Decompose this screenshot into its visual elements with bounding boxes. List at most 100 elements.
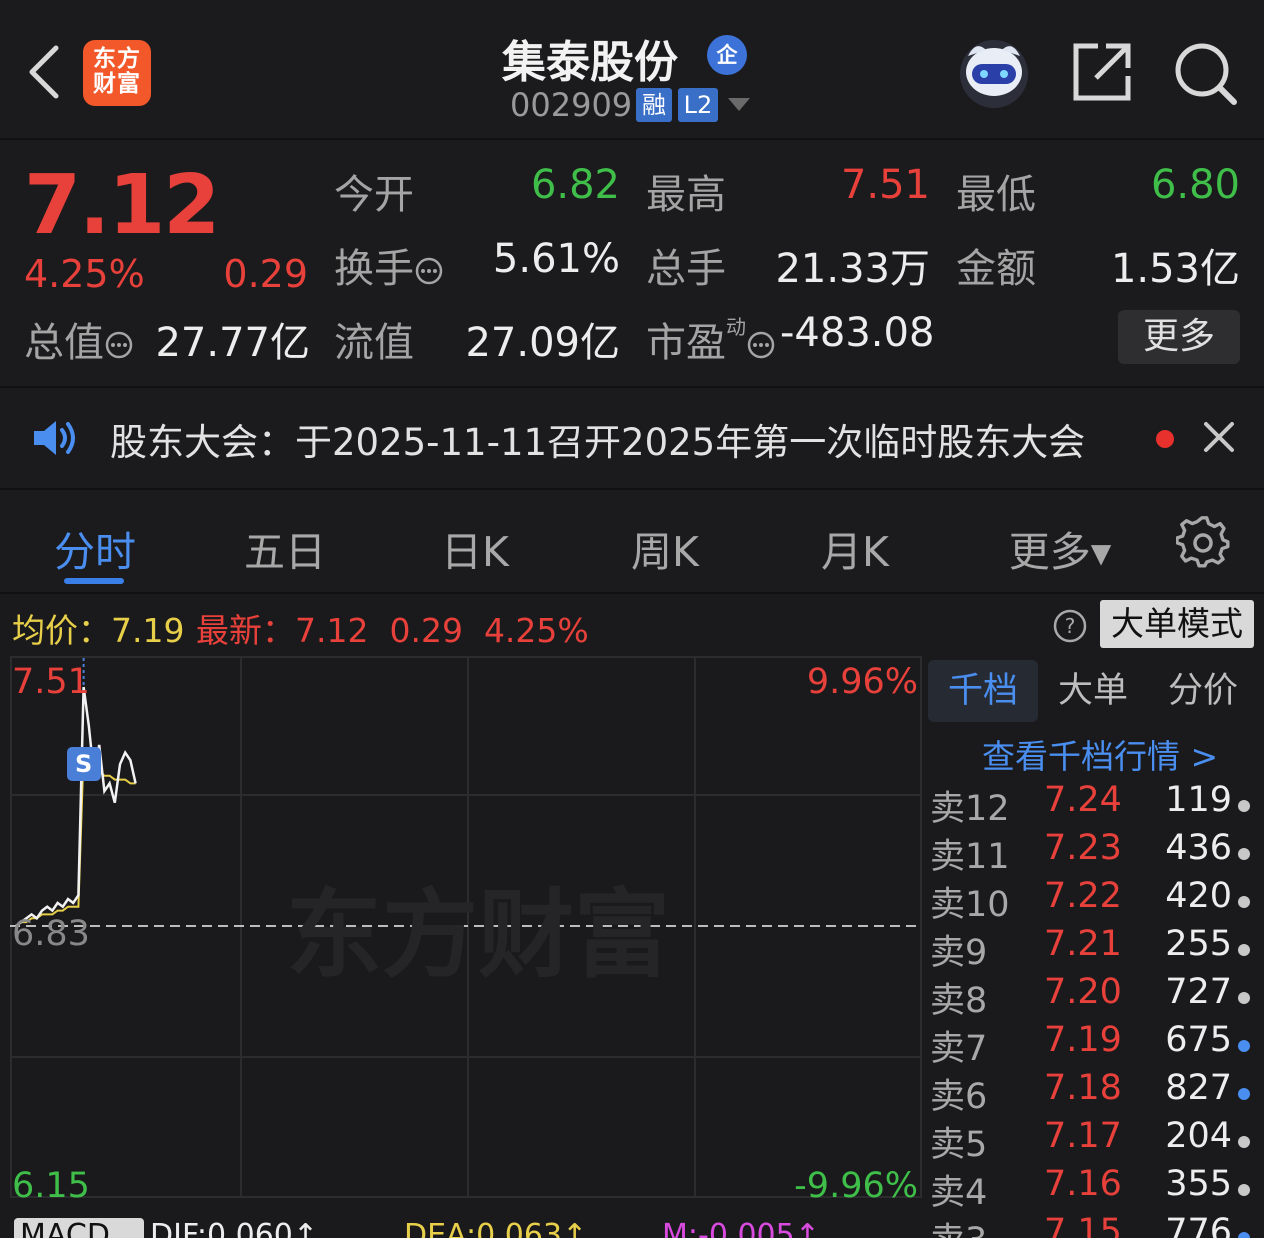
ask-price: 7.18 bbox=[1044, 1068, 1122, 1108]
volume-value: 21.33万 bbox=[775, 246, 930, 292]
turnover-label[interactable]: 换手 bbox=[334, 236, 444, 294]
volume-label: 总手 bbox=[646, 246, 726, 292]
ask-volume: 675 bbox=[1165, 1020, 1232, 1060]
order-book-row[interactable]: 卖4 7.16 355 bbox=[926, 1164, 1264, 1213]
intraday-chart[interactable]: 东方财富 7.51 6.83 6.15 9.96% -9.96% S bbox=[10, 656, 922, 1238]
chart-period-tabs: 分时 五日 日K 周K 月K 更多▾ bbox=[0, 490, 1264, 592]
pe-label-text: 市盈 bbox=[646, 320, 726, 366]
latest-price-label: 最新： bbox=[196, 611, 295, 650]
app-logo[interactable]: 东方 财富 bbox=[83, 40, 151, 106]
change-percent: 4.25% bbox=[24, 252, 145, 296]
amount-value: 1.53亿 bbox=[1110, 246, 1240, 292]
signal-s-marker[interactable]: S bbox=[66, 747, 101, 782]
share-external-icon[interactable] bbox=[1070, 40, 1134, 104]
y-axis-bottom-price: 6.15 bbox=[12, 1166, 90, 1206]
chevron-down-icon[interactable] bbox=[728, 98, 750, 112]
indicator-select[interactable]: MACD bbox=[14, 1218, 144, 1238]
logo-line-1: 东方 bbox=[93, 46, 141, 72]
big-order-mode-button[interactable]: 大单模式 bbox=[1100, 600, 1254, 648]
order-dot bbox=[1238, 1184, 1250, 1196]
macd-m: M:-0.005↑ bbox=[662, 1218, 820, 1238]
announcement-text[interactable]: 股东大会：于2025-11-11召开2025年第一次临时股东大会 bbox=[110, 412, 1085, 466]
order-book-row[interactable]: 卖6 7.18 827 bbox=[926, 1068, 1264, 1117]
ask-level: 卖8 bbox=[930, 981, 988, 1021]
ask-level: 卖11 bbox=[930, 837, 1010, 877]
tab-five-day[interactable]: 五日 bbox=[230, 518, 340, 578]
order-dot bbox=[1238, 800, 1250, 812]
stock-code: 002909 bbox=[510, 86, 633, 124]
ask-volume: 355 bbox=[1165, 1164, 1232, 1204]
order-book-row[interactable]: 卖9 7.21 255 bbox=[926, 924, 1264, 973]
ask-level: 卖10 bbox=[930, 885, 1010, 925]
quote-panel: 7.12 4.25% 0.29 今开 6.82 最高 7.51 最低 6.80 … bbox=[0, 140, 1264, 386]
macd-indicator-row: MACD DIF:0.060↑ DEA:0.063↑ M:-0.005↑ bbox=[0, 1214, 922, 1238]
tab-big-orders[interactable]: 大单 bbox=[1038, 660, 1148, 722]
order-book-row[interactable]: 卖5 7.17 204 bbox=[926, 1116, 1264, 1165]
order-dot bbox=[1238, 1232, 1250, 1238]
ask-price: 7.19 bbox=[1044, 1020, 1122, 1060]
close-icon[interactable] bbox=[1202, 420, 1236, 454]
latest-change: 0.29 bbox=[389, 611, 463, 650]
pe-dynamic-sup: 动 bbox=[726, 314, 746, 339]
ask-price: 7.22 bbox=[1044, 876, 1122, 916]
turnover-value: 5.61% bbox=[492, 236, 620, 282]
market-cap-label[interactable]: 总值 bbox=[24, 310, 134, 368]
avg-price-label: 均价： bbox=[12, 611, 111, 650]
turnover-label-text: 换手 bbox=[334, 246, 414, 292]
ask-level: 卖7 bbox=[930, 1029, 988, 1069]
amount-label: 金额 bbox=[956, 246, 1036, 292]
order-book-row[interactable]: 卖8 7.20 727 bbox=[926, 972, 1264, 1021]
order-book-row[interactable]: 卖7 7.19 675 bbox=[926, 1020, 1264, 1069]
order-book-row[interactable]: 卖10 7.22 420 bbox=[926, 876, 1264, 925]
ask-price: 7.20 bbox=[1044, 972, 1122, 1012]
ask-price: 7.16 bbox=[1044, 1164, 1122, 1204]
tab-price-distribution[interactable]: 分价 bbox=[1148, 660, 1258, 722]
margin-trading-badge: 融 bbox=[636, 88, 672, 122]
tab-monthly-k[interactable]: 月K bbox=[800, 518, 910, 578]
info-circle-icon[interactable] bbox=[414, 256, 444, 286]
stock-name: 集泰股份 bbox=[502, 37, 678, 88]
ask-level: 卖5 bbox=[930, 1125, 988, 1165]
order-dot bbox=[1238, 1040, 1250, 1052]
help-icon[interactable]: ? bbox=[1052, 608, 1088, 644]
ask-volume: 119 bbox=[1165, 780, 1232, 820]
speaker-icon bbox=[34, 421, 75, 455]
announcement-bar[interactable]: 股东大会：于2025-11-11召开2025年第一次临时股东大会 bbox=[0, 388, 1264, 488]
watermark: 东方财富 bbox=[286, 879, 670, 991]
order-dot bbox=[1238, 896, 1250, 908]
ask-level: 卖6 bbox=[930, 1077, 988, 1117]
pe-label[interactable]: 市盈动 bbox=[646, 310, 776, 368]
ask-volume: 776 bbox=[1165, 1212, 1232, 1238]
chart-info-row: 均价：7.19 最新：7.12 0.29 4.25% ? 大单模式 bbox=[0, 594, 1264, 656]
ai-assistant-robot-icon[interactable] bbox=[956, 36, 1032, 108]
open-value: 6.82 bbox=[530, 162, 620, 208]
tab-more[interactable]: 更多▾ bbox=[990, 518, 1130, 578]
market-cap-value: 27.77亿 bbox=[155, 320, 310, 366]
order-book-row[interactable]: 卖12 7.24 119 bbox=[926, 780, 1264, 829]
tab-intraday[interactable]: 分时 bbox=[40, 518, 150, 578]
tab-thousand-level[interactable]: 千档 bbox=[928, 660, 1038, 722]
info-circle-icon[interactable] bbox=[746, 330, 776, 360]
view-thousand-level-link[interactable]: 查看千档行情 > bbox=[982, 730, 1218, 778]
top-nav-bar: 东方 财富 集泰股份 企 002909 融 L2 bbox=[0, 0, 1264, 138]
info-circle-icon[interactable] bbox=[104, 330, 134, 360]
order-book-row[interactable]: 卖3 7.15 776 bbox=[926, 1212, 1264, 1238]
ask-volume: 436 bbox=[1165, 828, 1232, 868]
price-line bbox=[15, 686, 137, 928]
back-arrow-icon[interactable] bbox=[22, 42, 66, 102]
gear-icon[interactable] bbox=[1176, 516, 1230, 570]
tab-weekly-k[interactable]: 周K bbox=[610, 518, 720, 578]
tab-daily-k[interactable]: 日K bbox=[420, 518, 530, 578]
y-axis-prev-close: 6.83 bbox=[12, 914, 90, 954]
order-dot bbox=[1238, 1136, 1250, 1148]
search-icon[interactable] bbox=[1172, 40, 1238, 106]
level2-badge: L2 bbox=[678, 88, 718, 122]
intraday-chart-svg: 东方财富 bbox=[10, 656, 922, 1198]
high-value: 7.51 bbox=[840, 162, 930, 208]
float-cap-label: 流值 bbox=[334, 320, 414, 366]
order-book-row[interactable]: 卖11 7.23 436 bbox=[926, 828, 1264, 877]
avg-price: 均价：7.19 bbox=[12, 604, 184, 652]
open-label: 今开 bbox=[334, 172, 414, 218]
ask-level: 卖12 bbox=[930, 789, 1010, 829]
more-quote-button[interactable]: 更多 bbox=[1118, 310, 1240, 364]
